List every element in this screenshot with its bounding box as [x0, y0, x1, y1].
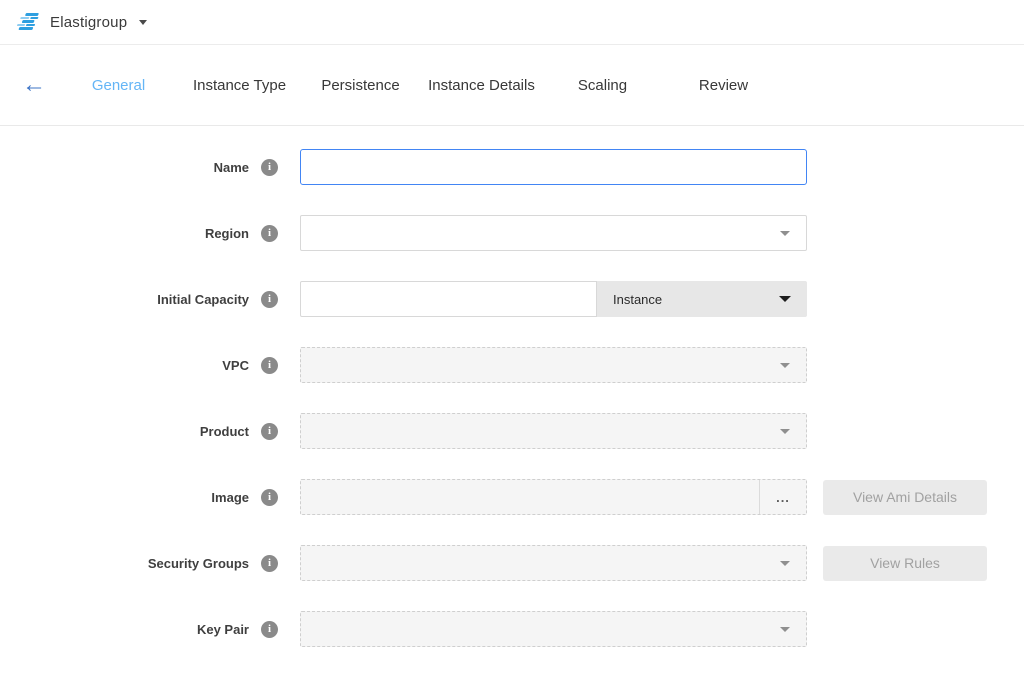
- tab-instance-details[interactable]: Instance Details: [421, 77, 542, 94]
- general-form: Name i Region i Initial Capacity i Inst: [0, 126, 1024, 647]
- chevron-down-icon: [780, 429, 790, 434]
- info-icon[interactable]: i: [261, 291, 278, 308]
- image-label: Image: [211, 490, 249, 505]
- top-bar: Elastigroup: [0, 0, 1024, 45]
- form-row-region: Region i: [0, 215, 1024, 251]
- chevron-down-icon: [780, 561, 790, 566]
- tab-general[interactable]: General: [58, 77, 179, 94]
- region-label: Region: [205, 226, 249, 241]
- vpc-label: VPC: [222, 358, 249, 373]
- info-icon[interactable]: i: [261, 489, 278, 506]
- initial-capacity-label: Initial Capacity: [157, 292, 249, 307]
- tab-scaling[interactable]: Scaling: [542, 77, 663, 94]
- key-pair-label: Key Pair: [197, 622, 249, 637]
- chevron-down-icon: [779, 296, 791, 302]
- tab-instance-type[interactable]: Instance Type: [179, 77, 300, 94]
- info-icon[interactable]: i: [261, 621, 278, 638]
- back-arrow-icon[interactable]: ←: [22, 73, 48, 97]
- wizard-nav: ← General Instance Type Persistence Inst…: [0, 45, 1024, 126]
- name-input[interactable]: [300, 149, 807, 185]
- app-name[interactable]: Elastigroup: [50, 14, 127, 31]
- product-select: [300, 413, 807, 449]
- info-icon[interactable]: i: [261, 555, 278, 572]
- security-groups-select: [300, 545, 807, 581]
- security-groups-label: Security Groups: [148, 556, 249, 571]
- info-icon[interactable]: i: [261, 225, 278, 242]
- form-row-image: Image i ... View Ami Details: [0, 479, 1024, 515]
- view-rules-button: View Rules: [823, 546, 987, 581]
- info-icon[interactable]: i: [261, 159, 278, 176]
- elastigroup-logo-icon: [13, 13, 43, 31]
- product-label: Product: [200, 424, 249, 439]
- image-picker-value: [301, 480, 759, 514]
- capacity-unit-value: Instance: [613, 292, 662, 307]
- chevron-down-icon: [780, 627, 790, 632]
- view-ami-details-button: View Ami Details: [823, 480, 987, 515]
- chevron-down-icon: [780, 231, 790, 236]
- image-picker: ...: [300, 479, 807, 515]
- vpc-select: [300, 347, 807, 383]
- form-row-name: Name i: [0, 149, 1024, 185]
- initial-capacity-input[interactable]: [300, 281, 597, 317]
- form-row-security-groups: Security Groups i View Rules: [0, 545, 1024, 581]
- ellipsis-browse-icon: ...: [759, 480, 806, 514]
- chevron-down-icon[interactable]: [139, 20, 147, 25]
- key-pair-select: [300, 611, 807, 647]
- info-icon[interactable]: i: [261, 423, 278, 440]
- form-row-product: Product i: [0, 413, 1024, 449]
- chevron-down-icon: [780, 363, 790, 368]
- tab-review[interactable]: Review: [663, 77, 784, 94]
- form-row-key-pair: Key Pair i: [0, 611, 1024, 647]
- wizard-tabs: General Instance Type Persistence Instan…: [58, 77, 784, 94]
- form-row-vpc: VPC i: [0, 347, 1024, 383]
- name-label: Name: [214, 160, 249, 175]
- region-select[interactable]: [300, 215, 807, 251]
- tab-persistence[interactable]: Persistence: [300, 77, 421, 94]
- info-icon[interactable]: i: [261, 357, 278, 374]
- form-row-initial-capacity: Initial Capacity i Instance: [0, 281, 1024, 317]
- capacity-unit-select[interactable]: Instance: [597, 281, 807, 317]
